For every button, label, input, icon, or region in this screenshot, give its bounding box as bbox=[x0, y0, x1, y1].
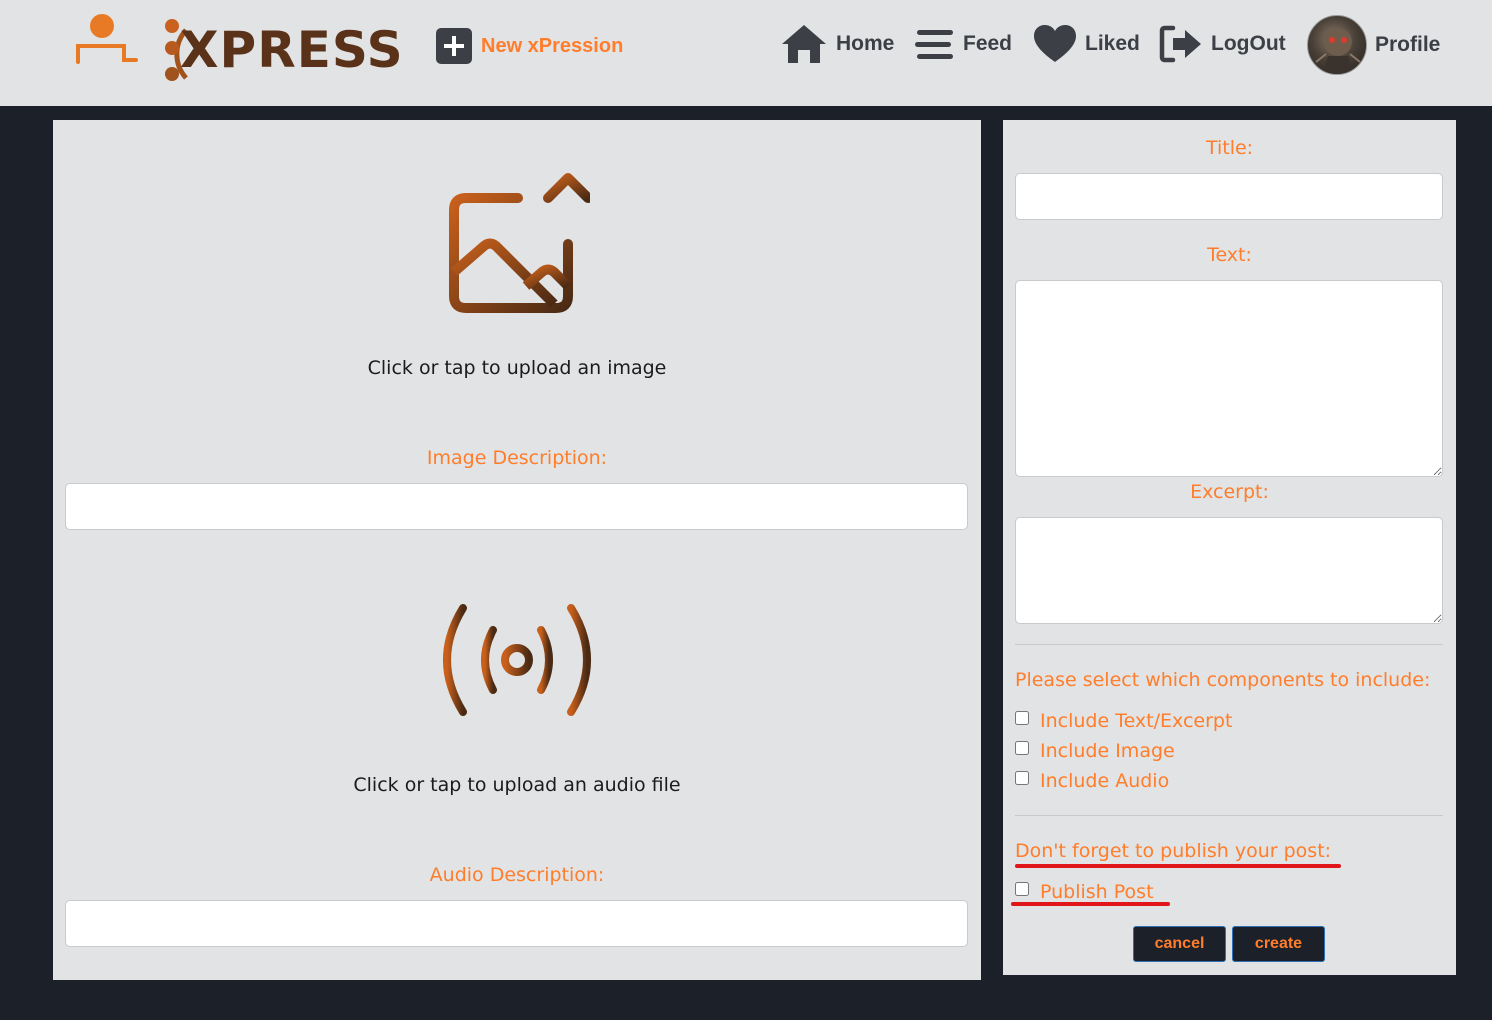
plus-square-icon bbox=[436, 28, 472, 64]
new-xpression-button[interactable]: New xPression bbox=[436, 28, 623, 64]
broadcast-icon bbox=[443, 604, 591, 716]
red-underline-annotation bbox=[1015, 864, 1341, 868]
create-button[interactable]: create bbox=[1232, 926, 1325, 962]
logout-icon bbox=[1159, 25, 1201, 63]
title-label: Title: bbox=[1205, 137, 1254, 159]
nav-logout-label: LogOut bbox=[1211, 32, 1286, 55]
include-audio-checkbox-row[interactable]: Include Audio bbox=[1015, 769, 1169, 793]
text-label: Text: bbox=[1207, 244, 1252, 266]
publish-prompt: Don't forget to publish your post: bbox=[1015, 840, 1332, 862]
include-text-checkbox-row[interactable]: Include Text/Excerpt bbox=[1015, 709, 1232, 733]
components-prompt: Please select which components to includ… bbox=[1015, 669, 1431, 691]
include-text-label: Include Text/Excerpt bbox=[1040, 710, 1233, 732]
image-description-input[interactable] bbox=[65, 483, 968, 530]
nav-logout[interactable]: LogOut bbox=[1159, 22, 1286, 66]
image-description-label: Image Description: bbox=[426, 447, 608, 469]
excerpt-textarea[interactable] bbox=[1015, 517, 1443, 624]
image-upload-caption: Click or tap to upload an image bbox=[367, 357, 667, 379]
text-textarea[interactable] bbox=[1015, 280, 1443, 477]
image-upload-icon bbox=[449, 173, 590, 313]
excerpt-label: Excerpt: bbox=[1190, 481, 1269, 503]
heart-icon bbox=[1034, 25, 1076, 62]
media-upload-panel: Click or tap to upload an image Image De… bbox=[53, 120, 981, 980]
nav-liked[interactable]: Liked bbox=[1033, 22, 1140, 66]
nav-liked-label: Liked bbox=[1085, 32, 1140, 55]
post-details-panel: Title: Text: Excerpt: Please select whic… bbox=[1003, 120, 1456, 975]
include-audio-checkbox[interactable] bbox=[1015, 771, 1029, 785]
audio-description-label: Audio Description: bbox=[429, 864, 605, 886]
title-input[interactable] bbox=[1015, 173, 1443, 220]
publish-post-checkbox-row[interactable]: Publish Post bbox=[1015, 880, 1154, 904]
xpress-logo[interactable]: XPRESS bbox=[74, 12, 403, 84]
audio-description-input[interactable] bbox=[65, 900, 968, 947]
logo-text: XPRESS bbox=[180, 21, 404, 79]
include-image-label: Include Image bbox=[1040, 740, 1175, 762]
logo-network-icon bbox=[76, 14, 188, 81]
nav-profile-label: Profile bbox=[1375, 33, 1441, 56]
audio-upload-caption: Click or tap to upload an audio file bbox=[353, 774, 681, 796]
home-icon bbox=[782, 25, 826, 63]
include-audio-label: Include Audio bbox=[1040, 770, 1170, 792]
include-image-checkbox[interactable] bbox=[1015, 741, 1029, 755]
audio-upload-dropzone[interactable]: Click or tap to upload an audio file bbox=[53, 590, 981, 805]
divider bbox=[1015, 815, 1443, 816]
publish-post-label: Publish Post bbox=[1040, 881, 1154, 903]
red-underline-annotation bbox=[1011, 902, 1170, 906]
include-text-checkbox[interactable] bbox=[1015, 711, 1029, 725]
cancel-button[interactable]: cancel bbox=[1133, 926, 1226, 962]
nav-profile[interactable]: Profile bbox=[1307, 15, 1440, 75]
new-xpression-label: New xPression bbox=[481, 34, 624, 57]
image-upload-dropzone[interactable]: Click or tap to upload an image bbox=[53, 160, 981, 390]
nav-home-label: Home bbox=[836, 32, 895, 55]
publish-post-checkbox[interactable] bbox=[1015, 882, 1029, 896]
top-navbar: XPRESS New xPression Home Feed Liked Log… bbox=[0, 0, 1492, 106]
bars-icon bbox=[915, 30, 953, 59]
include-image-checkbox-row[interactable]: Include Image bbox=[1015, 739, 1175, 763]
divider bbox=[1015, 644, 1443, 645]
nav-feed[interactable]: Feed bbox=[913, 22, 1012, 66]
avatar bbox=[1307, 15, 1367, 75]
nav-home[interactable]: Home bbox=[780, 22, 894, 66]
nav-feed-label: Feed bbox=[963, 32, 1013, 55]
